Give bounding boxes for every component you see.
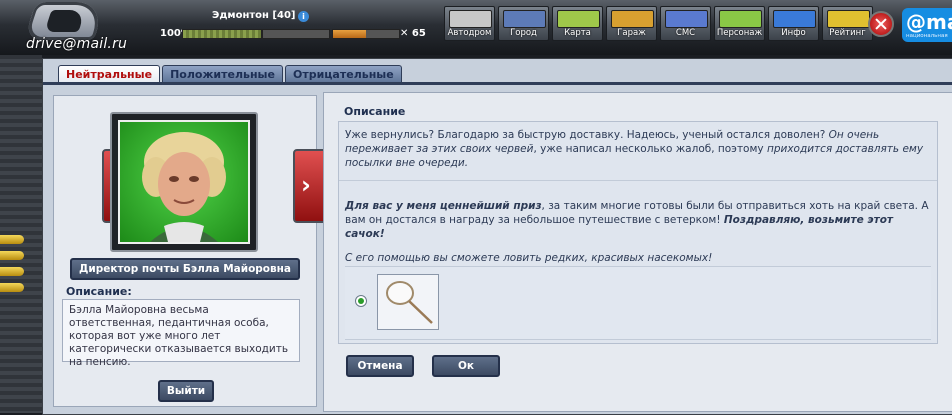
pipe-icon xyxy=(0,283,24,292)
close-icon[interactable] xyxy=(868,11,894,37)
logo-caption: drive@mail.ru xyxy=(26,36,128,52)
info-icon xyxy=(773,10,816,28)
logo-emblem-icon xyxy=(23,2,107,40)
brand-small: национальная xyxy=(906,33,948,39)
player-status: Эдмонтон [40] i 100% ✕ 65 xyxy=(160,8,435,42)
dialog-text: Уже вернулись? Благодарю за быструю дост… xyxy=(339,128,937,275)
race-flags-icon xyxy=(449,10,492,28)
tab-neutral[interactable]: Нейтральные xyxy=(58,65,161,83)
dialog-box: Уже вернулись? Благодарю за быструю дост… xyxy=(338,121,938,344)
pipe-icon xyxy=(0,267,24,276)
character-panel: ‹ › Директор п xyxy=(53,95,327,407)
dialog-paragraph-3: С его помощью вы сможете ловить редких, … xyxy=(345,251,931,265)
garage-icon xyxy=(611,10,654,28)
dialog-paragraph-1: Уже вернулись? Благодарю за быструю дост… xyxy=(345,128,931,170)
city-icon xyxy=(503,10,546,28)
map-icon xyxy=(557,10,600,28)
text-part: Уже вернулись? Благодарю за быструю дост… xyxy=(345,129,829,141)
tab-positive[interactable]: Положительные xyxy=(162,65,283,83)
butterfly-net-icon xyxy=(386,281,433,324)
sms-icon xyxy=(665,10,708,28)
pipe-icon xyxy=(0,251,24,260)
side-decoration xyxy=(0,55,42,413)
exit-button[interactable]: Выйти xyxy=(158,380,214,402)
fuel-bar xyxy=(332,29,400,39)
old-woman-portrait-icon xyxy=(142,132,226,242)
nav-label: Гараж xyxy=(617,28,646,38)
city-label: Эдмонтон [40] xyxy=(212,10,296,21)
character-icon xyxy=(719,10,762,28)
cancel-button[interactable]: Отмена xyxy=(346,355,414,377)
reward-radio[interactable] xyxy=(355,295,367,307)
info-dot-icon[interactable]: i xyxy=(298,11,309,22)
nav-label: Карта xyxy=(564,28,591,38)
text-part-italic: С его помощью вы сможете ловить редких, … xyxy=(345,252,713,264)
nav-character-button[interactable]: Персонаж xyxy=(714,6,765,41)
tab-bar: Нейтральные Положительные Отрицательные xyxy=(58,65,402,83)
next-character-button[interactable]: › xyxy=(293,149,327,223)
pipe-icon xyxy=(0,235,24,244)
rating-icon xyxy=(827,10,870,28)
dialog-buttons: Отмена Ок xyxy=(346,355,500,377)
dialog-panel: Описание Уже вернулись? Благодарю за быс… xyxy=(323,92,952,412)
nav-label: Персонаж xyxy=(716,28,763,38)
nav-city-button[interactable]: Город xyxy=(498,6,549,41)
fuel-number: 65 xyxy=(411,28,426,39)
nav-label: Город xyxy=(510,28,537,38)
nav-race-flags-button[interactable]: Автодром xyxy=(444,6,495,41)
mail-brand[interactable]: @ma национальная xyxy=(902,8,952,42)
character-description: Бэлла Майоровна весьма ответственная, пе… xyxy=(62,299,300,368)
nav-info-button[interactable]: Инфо xyxy=(768,6,819,41)
divider xyxy=(339,180,937,181)
nav-label: Автодром xyxy=(447,28,492,38)
reward-option[interactable] xyxy=(345,266,931,340)
nav-label: СМС xyxy=(675,28,696,38)
main-nav: Автодром Город Карта Гараж СМС Персонаж Инфо Ре… xyxy=(444,6,873,41)
character-name: Директор почты Бэлла Майоровна xyxy=(70,258,300,280)
nav-garage-button[interactable]: Гараж xyxy=(606,6,657,41)
health-bar xyxy=(182,29,262,39)
character-portrait xyxy=(110,112,258,252)
ok-button[interactable]: Ок xyxy=(432,355,500,377)
tab-divider xyxy=(43,82,952,85)
top-bar: drive@mail.ru Эдмонтон [40] i 100% ✕ 65 … xyxy=(0,0,952,55)
dialog-paragraph-2: Для вас у меня ценнейший приз, за таким … xyxy=(345,199,931,241)
character-desc-title: Описание: xyxy=(66,285,132,298)
chevron-right-icon: › xyxy=(301,171,311,199)
drive-logo[interactable]: drive@mail.ru xyxy=(6,2,127,52)
nav-map-button[interactable]: Карта xyxy=(552,6,603,41)
nav-label: Рейтинг xyxy=(829,28,866,38)
text-part-bold: Для вас у меня ценнейший приз xyxy=(345,200,542,212)
main-panel: Нейтральные Положительные Отрицательные … xyxy=(42,58,952,415)
nav-rating-button[interactable]: Рейтинг xyxy=(822,6,873,41)
portrait-area: ‹ › xyxy=(102,112,327,252)
dialog-title: Описание xyxy=(344,105,406,118)
portrait-image xyxy=(118,120,250,244)
fuel-value: ✕ 65 xyxy=(400,28,426,39)
brand-at: @ma xyxy=(906,10,952,34)
text-part: , уже написал несколько жалоб, поэтому xyxy=(533,143,767,155)
tab-negative[interactable]: Отрицательные xyxy=(284,65,402,83)
reward-item[interactable] xyxy=(377,274,439,330)
nav-sms-button[interactable]: СМС xyxy=(660,6,711,41)
nav-label: Инфо xyxy=(781,28,806,38)
experience-bar xyxy=(262,29,330,39)
